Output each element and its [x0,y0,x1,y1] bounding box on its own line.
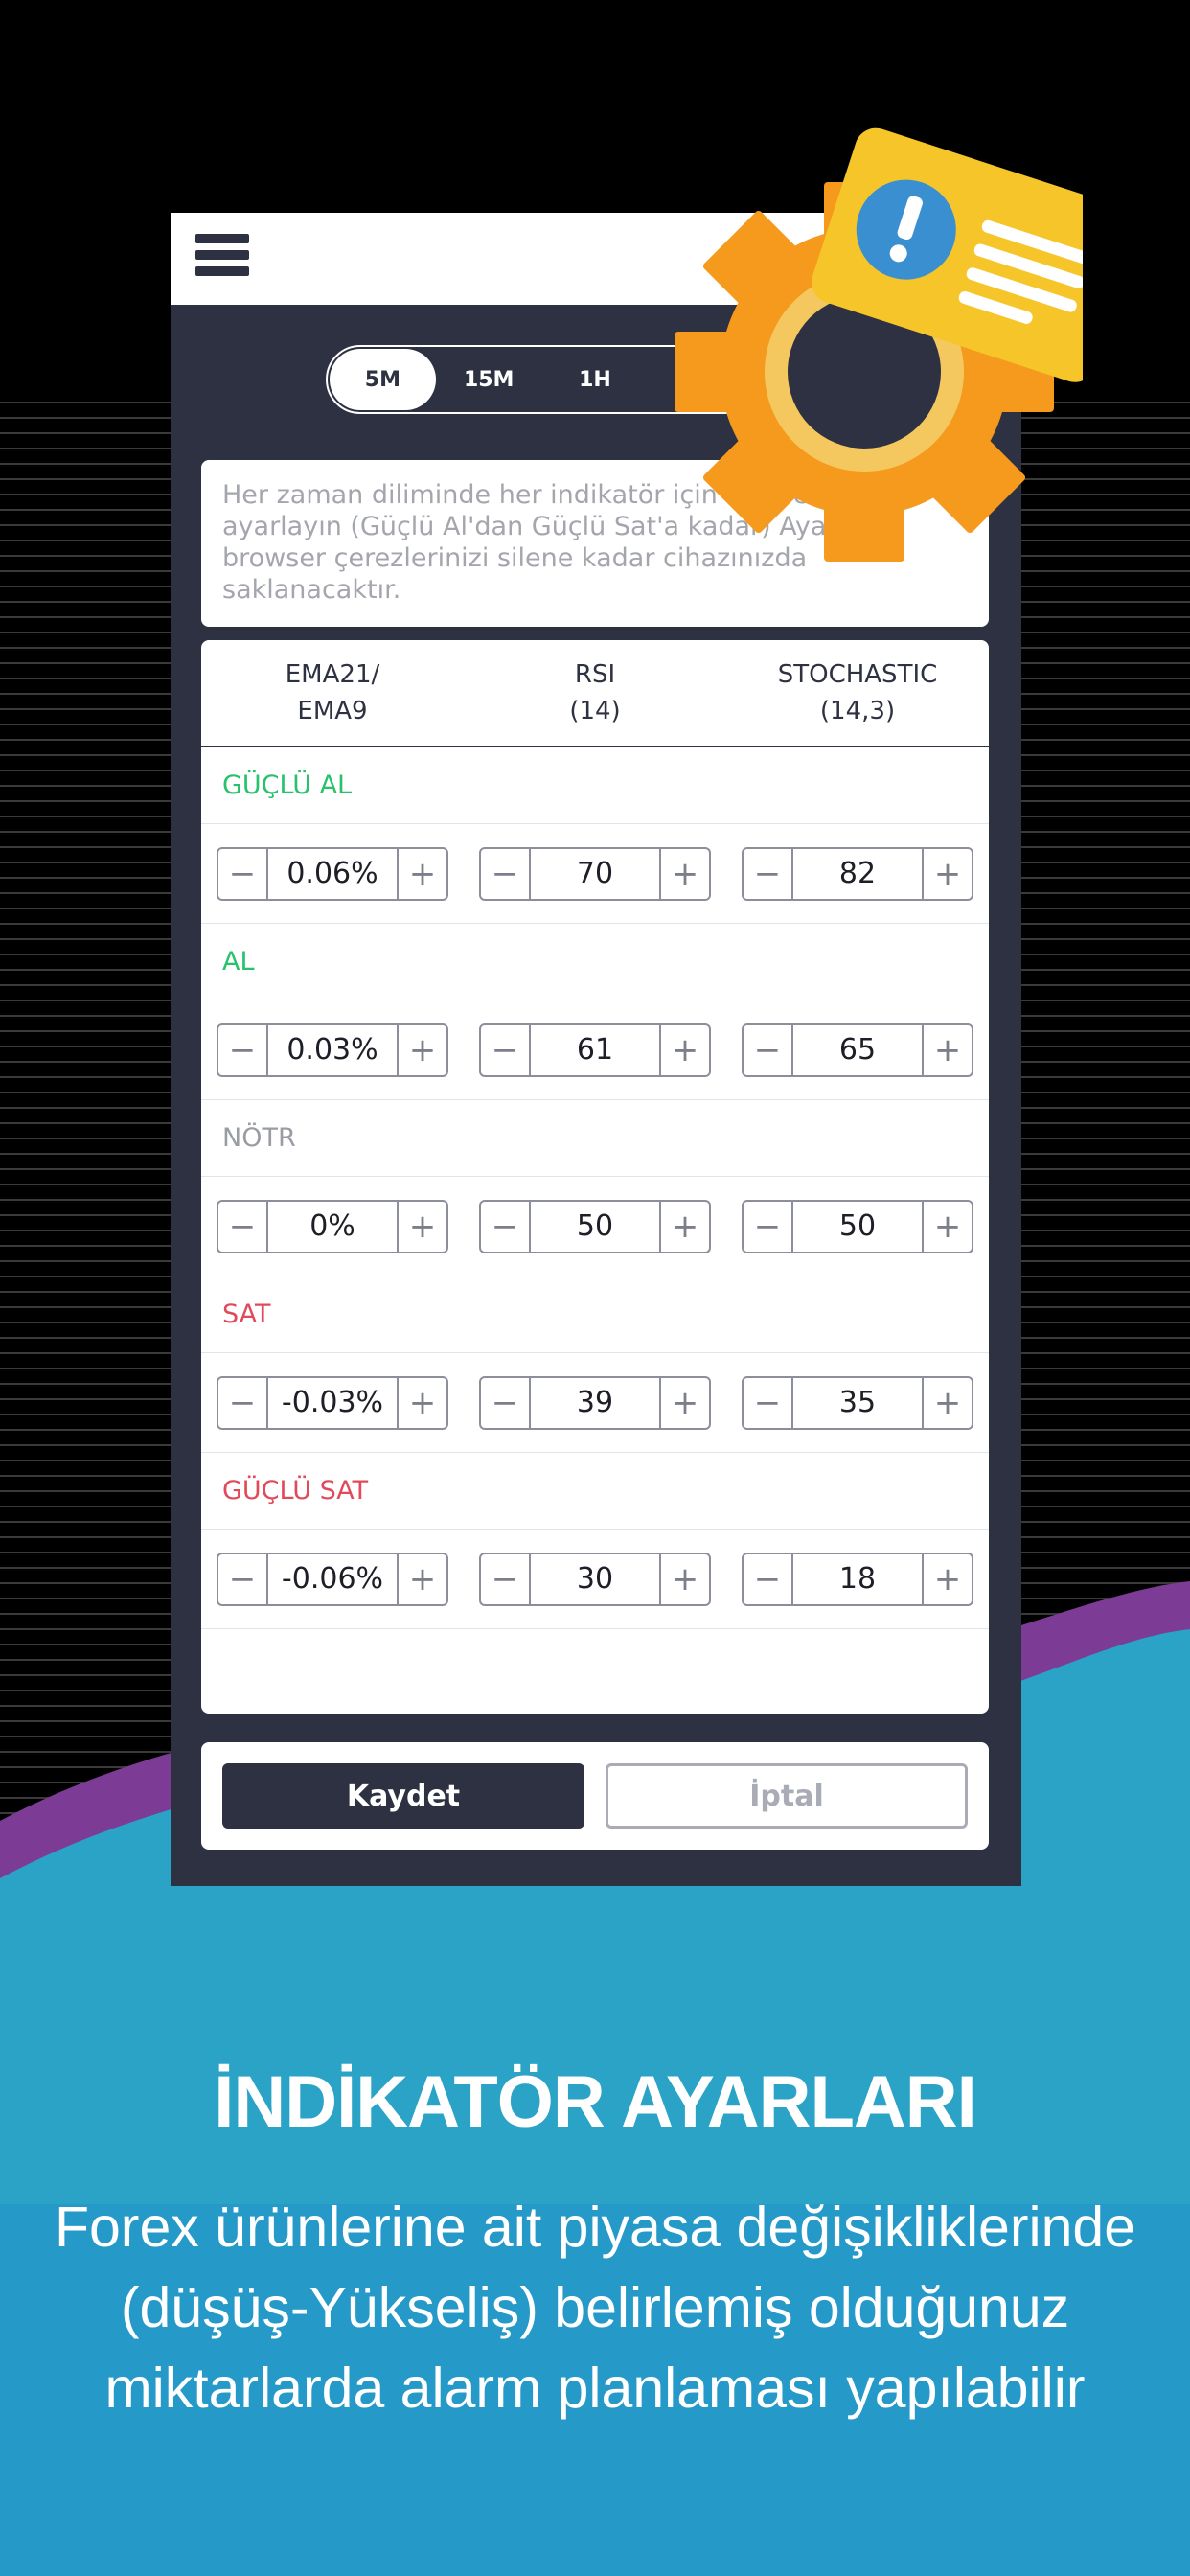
decrement-button[interactable]: − [481,1202,529,1252]
settings-gear-icon [675,127,1083,562]
ema-value-input[interactable]: -0.03% [266,1377,399,1428]
rsi-value-input[interactable]: 30 [529,1553,661,1604]
column-stochastic: STOCHASTIC (14,3) [726,656,989,729]
stochastic-stepper: −18 + [742,1552,973,1606]
ema-value-input[interactable]: 0.03% [266,1024,399,1075]
column-stochastic-line1: STOCHASTIC [777,660,938,689]
decrement-button[interactable]: − [744,1202,791,1252]
column-ema: EMA21/ EMA9 [201,656,464,729]
ema-value-input[interactable]: 0% [266,1201,399,1252]
promo-title: İNDİKATÖR AYARLARI [214,2061,977,2143]
increment-button[interactable]: + [399,849,446,899]
decrement-button[interactable]: − [481,849,529,899]
promo-line-2: (düşüş-Yükseliş) belirlemiş olduğunuz [120,2276,1070,2339]
stochastic-stepper: −50 + [742,1199,973,1254]
decrement-button[interactable]: − [481,1025,529,1075]
decrement-button[interactable]: − [744,1378,791,1428]
column-rsi: RSI (14) [464,656,726,729]
stochastic-value-input[interactable]: 82 [791,848,924,899]
increment-button[interactable]: + [399,1025,446,1075]
level-label: AL [201,924,989,1000]
decrement-button[interactable]: − [218,849,266,899]
tab-5m[interactable]: 5M [330,349,436,410]
decrement-button[interactable]: − [744,1025,791,1075]
level-row: −0.03% + −61 + −65 + [201,1000,989,1100]
stochastic-value-input[interactable]: 35 [791,1377,924,1428]
level-row: −0% + −50 + −50 + [201,1177,989,1276]
promo-line-1: Forex ürünlerine ait piyasa değişiklikle… [54,2196,1136,2259]
increment-button[interactable]: + [924,849,972,899]
decrement-button[interactable]: − [218,1378,266,1428]
rsi-stepper: −30 + [479,1552,711,1606]
level-label: GÜÇLÜ SAT [201,1453,989,1530]
cancel-button[interactable]: İptal [606,1763,968,1828]
increment-button[interactable]: + [661,849,709,899]
increment-button[interactable]: + [399,1554,446,1604]
stochastic-value-input[interactable]: 65 [791,1024,924,1075]
column-ema-line2: EMA9 [297,697,368,725]
hamburger-icon[interactable] [195,234,249,284]
ema-stepper: −0.06% + [217,846,448,901]
increment-button[interactable]: + [661,1554,709,1604]
levels-list: GÜÇLÜ AL −0.06% + −70 + −82 + AL −0.03% + −61 + −65 +… [201,748,989,1629]
tab-1h[interactable]: 1H [542,349,649,410]
increment-button[interactable]: + [924,1025,972,1075]
save-button[interactable]: Kaydet [222,1763,584,1828]
stochastic-stepper: −65 + [742,1023,973,1077]
column-headers: EMA21/ EMA9 RSI (14) STOCHASTIC (14,3) [201,640,989,748]
column-ema-line1: EMA21/ [285,660,380,689]
tab-15m[interactable]: 15M [436,349,542,410]
stochastic-stepper: −82 + [742,846,973,901]
rsi-stepper: −50 + [479,1199,711,1254]
promo-line-3: miktarlarda alarm planlaması yapılabilir [104,2357,1086,2420]
decrement-button[interactable]: − [744,1554,791,1604]
increment-button[interactable]: + [399,1202,446,1252]
decrement-button[interactable]: − [481,1378,529,1428]
column-stochastic-line2: (14,3) [819,697,896,725]
increment-button[interactable]: + [661,1202,709,1252]
ema-stepper: − -0.03% + [217,1375,448,1430]
stochastic-value-input[interactable]: 18 [791,1553,924,1604]
increment-button[interactable]: + [661,1378,709,1428]
level-label: NÖTR [201,1100,989,1177]
column-rsi-line2: (14) [569,697,621,725]
increment-button[interactable]: + [924,1202,972,1252]
rsi-stepper: −39 + [479,1375,711,1430]
decrement-button[interactable]: − [218,1554,266,1604]
level-label: SAT [201,1276,989,1353]
decrement-button[interactable]: − [218,1025,266,1075]
stochastic-value-input[interactable]: 50 [791,1201,924,1252]
column-rsi-line1: RSI [574,660,616,689]
rsi-stepper: −61 + [479,1023,711,1077]
ema-value-input[interactable]: -0.06% [266,1553,399,1604]
rsi-value-input[interactable]: 50 [529,1201,661,1252]
ema-value-input[interactable]: 0.06% [266,848,399,899]
ema-stepper: −0.03% + [217,1023,448,1077]
increment-button[interactable]: + [399,1378,446,1428]
level-row: −0.06% + −70 + −82 + [201,824,989,924]
increment-button[interactable]: + [924,1378,972,1428]
increment-button[interactable]: + [661,1025,709,1075]
increment-button[interactable]: + [924,1554,972,1604]
action-bar: Kaydet İptal [201,1742,989,1850]
rsi-value-input[interactable]: 39 [529,1377,661,1428]
level-label: GÜÇLÜ AL [201,748,989,824]
level-row: − -0.06% + −30 + −18 + [201,1530,989,1629]
promo-description: Forex ürünlerine ait piyasa değişiklikle… [0,2187,1190,2428]
ema-stepper: − -0.06% + [217,1552,448,1606]
stochastic-stepper: −35 + [742,1375,973,1430]
indicator-table: EMA21/ EMA9 RSI (14) STOCHASTIC (14,3) G… [201,640,989,1714]
level-row: − -0.03% + −39 + −35 + [201,1353,989,1453]
rsi-stepper: −70 + [479,846,711,901]
decrement-button[interactable]: − [744,849,791,899]
decrement-button[interactable]: − [481,1554,529,1604]
rsi-value-input[interactable]: 70 [529,848,661,899]
rsi-value-input[interactable]: 61 [529,1024,661,1075]
ema-stepper: −0% + [217,1199,448,1254]
decrement-button[interactable]: − [218,1202,266,1252]
